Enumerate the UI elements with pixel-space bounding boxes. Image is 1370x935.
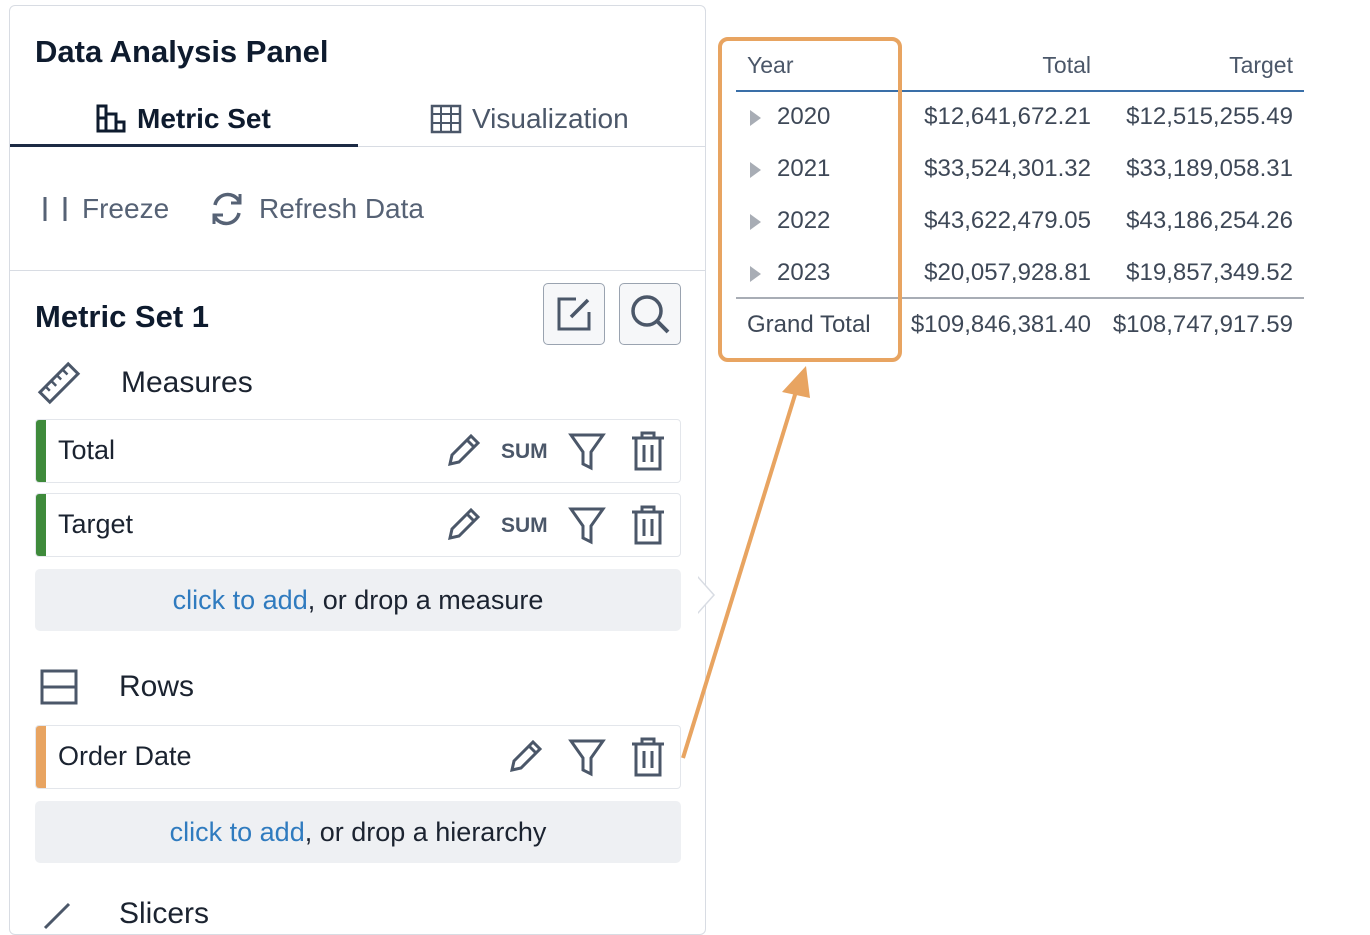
annotation-arrow xyxy=(681,366,810,759)
